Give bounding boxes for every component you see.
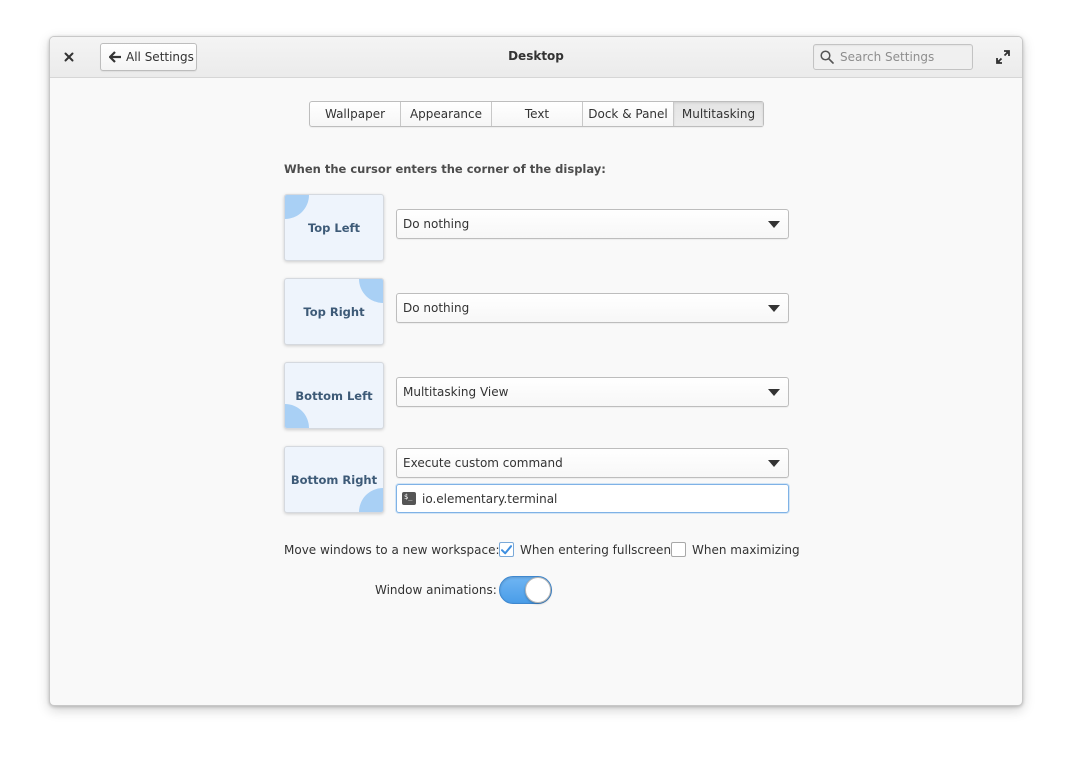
corner-highlight <box>285 404 309 428</box>
bottom-left-action-dropdown[interactable]: Multitasking View <box>396 377 789 407</box>
corner-label: Bottom Left <box>295 388 373 403</box>
search-icon <box>820 50 834 64</box>
fullscreen-label: When entering fullscreen <box>520 542 672 557</box>
maximizing-label: When maximizing <box>692 542 800 557</box>
tab-multitasking[interactable]: Multitasking <box>674 102 763 126</box>
tab-wallpaper[interactable]: Wallpaper <box>310 102 401 126</box>
chevron-down-icon <box>768 460 780 467</box>
corner-highlight <box>359 279 383 303</box>
workspace-label: Move windows to a new workspace: <box>284 543 500 557</box>
tab-bar: Wallpaper Appearance Text Dock & Panel M… <box>309 101 764 127</box>
chevron-down-icon <box>768 305 780 312</box>
terminal-icon: $_ <box>402 492 416 505</box>
switch-knob[interactable] <box>525 577 551 603</box>
top-right-action-dropdown[interactable]: Do nothing <box>396 293 789 323</box>
corner-preview-top-right: Top Right <box>284 278 384 345</box>
tab-text[interactable]: Text <box>492 102 583 126</box>
titlebar: All Settings Desktop <box>50 37 1022 78</box>
custom-command-field[interactable]: $_ <box>396 484 789 513</box>
tab-appearance[interactable]: Appearance <box>401 102 492 126</box>
corner-label: Top Right <box>303 304 365 319</box>
maximize-button[interactable] <box>994 48 1012 66</box>
maximizing-checkbox[interactable] <box>671 542 686 557</box>
corner-highlight <box>359 488 383 512</box>
corner-label: Top Left <box>307 220 361 235</box>
bottom-right-action-dropdown[interactable]: Execute custom command <box>396 448 789 478</box>
fullscreen-option[interactable]: When entering fullscreen <box>499 542 671 557</box>
search-field[interactable] <box>813 44 973 70</box>
animations-label: Window animations: <box>375 583 497 597</box>
corner-highlight <box>285 195 309 219</box>
corner-preview-top-left: Top Left <box>284 194 384 261</box>
dropdown-value: Multitasking View <box>403 385 509 399</box>
hot-corners-heading: When the cursor enters the corner of the… <box>284 162 606 176</box>
window-animations-switch[interactable] <box>499 576 552 604</box>
chevron-down-icon <box>768 389 780 396</box>
fullscreen-checkbox[interactable] <box>499 542 514 557</box>
checkmark-icon <box>501 544 512 554</box>
tab-dock-panel[interactable]: Dock & Panel <box>583 102 674 126</box>
dropdown-value: Execute custom command <box>403 456 563 470</box>
corner-preview-bottom-left: Bottom Left <box>284 362 384 429</box>
top-left-action-dropdown[interactable]: Do nothing <box>396 209 789 239</box>
dropdown-value: Do nothing <box>403 301 470 315</box>
search-input[interactable] <box>840 50 965 64</box>
settings-window: All Settings Desktop Wallpaper Appearanc… <box>49 36 1023 706</box>
corner-preview-bottom-right: Bottom Right <box>284 446 384 513</box>
chevron-down-icon <box>768 221 780 228</box>
custom-command-input[interactable] <box>422 491 762 506</box>
corner-label: Bottom Right <box>290 472 378 487</box>
maximizing-option[interactable]: When maximizing <box>671 542 800 557</box>
dropdown-value: Do nothing <box>403 217 470 231</box>
maximize-icon <box>996 50 1010 64</box>
